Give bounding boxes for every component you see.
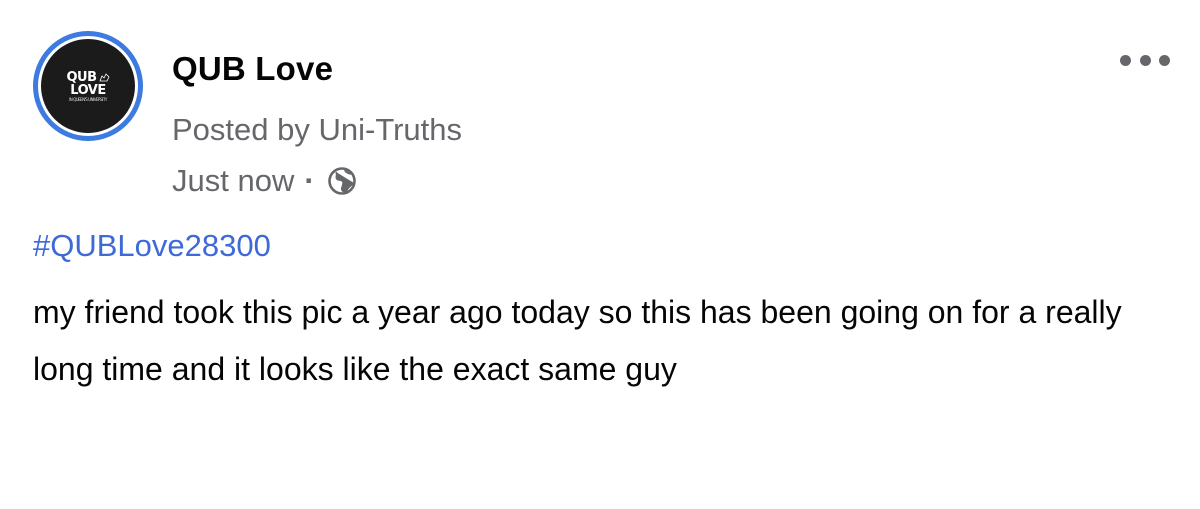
meta-separator: · — [304, 163, 315, 198]
more-dot-icon — [1159, 54, 1170, 66]
more-dot-icon — [1139, 54, 1151, 66]
logo-small-text: IN QUEEN'S UNIVERSITY — [69, 96, 107, 102]
posted-by-label: Posted by Uni-Truths — [172, 112, 463, 147]
page-avatar[interactable]: QUB LOVE IN QUEEN'S UNIVERSITY — [33, 31, 143, 141]
post-body: my friend took this pic a year ago today… — [33, 294, 1122, 387]
timestamp[interactable]: Just now — [172, 163, 294, 199]
post-card: QUB LOVE IN QUEEN'S UNIVERSITY QUB Love … — [0, 0, 1200, 509]
avatar-image: QUB LOVE IN QUEEN'S UNIVERSITY — [41, 39, 135, 133]
globe-icon[interactable] — [327, 166, 357, 196]
page-name[interactable]: QUB Love — [172, 50, 333, 88]
post-meta: Just now · — [172, 163, 357, 199]
logo-text-love: LOVE — [70, 82, 106, 98]
logo-text-qub: QUB — [66, 69, 97, 85]
logo-fox-icon — [98, 72, 110, 81]
more-options-button[interactable] — [1120, 52, 1170, 68]
more-dot-icon — [1120, 54, 1131, 66]
hashtag-link[interactable]: #QUBLove28300 — [33, 228, 271, 264]
logo-row: QUB — [66, 69, 110, 85]
